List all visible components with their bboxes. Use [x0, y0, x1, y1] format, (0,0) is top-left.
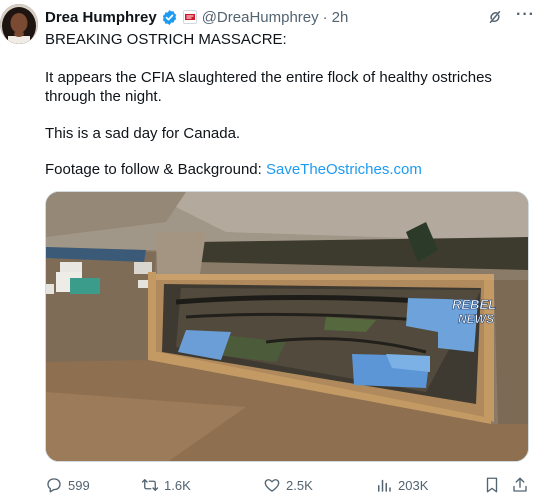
display-name[interactable]: Drea Humphrey	[45, 9, 157, 26]
post-line-body: It appears the CFIA slaughtered the enti…	[45, 69, 492, 105]
views-button[interactable]: 203K	[375, 476, 428, 494]
more-options-icon[interactable]: ···	[516, 7, 535, 27]
repost-count: 1.6K	[164, 477, 191, 493]
grok-icon[interactable]	[486, 8, 504, 26]
watermark-line2: NEWS	[458, 312, 494, 326]
share-button[interactable]	[511, 476, 529, 494]
share-icon	[513, 477, 527, 492]
post-actions: 599 1.6K 2.5K 203K	[45, 474, 529, 496]
bookmark-icon	[486, 477, 498, 493]
footage-label: Footage to follow & Background:	[45, 161, 266, 178]
watermark-line1: REBEL	[452, 297, 496, 312]
views-chart-icon	[378, 479, 391, 492]
reply-button[interactable]: 599	[45, 476, 90, 494]
post-image[interactable]: REBEL NEWS	[45, 191, 529, 462]
like-count: 2.5K	[286, 477, 313, 493]
like-button[interactable]: 2.5K	[263, 476, 313, 494]
post-time[interactable]: 2h	[332, 9, 349, 26]
handle[interactable]: @DreaHumphrey	[202, 9, 319, 26]
heart-icon	[264, 479, 280, 492]
views-count: 203K	[398, 477, 429, 493]
avatar[interactable]	[0, 4, 38, 44]
reply-count: 599	[68, 477, 90, 493]
affiliate-badge-icon[interactable]	[182, 10, 197, 24]
separator-dot: ·	[322, 8, 328, 26]
repost-icon	[141, 479, 159, 491]
post-line-footage: Footage to follow & Background: SaveTheO…	[45, 160, 525, 179]
post-link[interactable]: SaveTheOstriches.com	[266, 161, 422, 178]
bookmark-button[interactable]	[483, 476, 501, 494]
verified-badge-icon[interactable]	[161, 9, 178, 26]
post-line-headline: BREAKING OSTRICH MASSACRE:	[45, 31, 287, 48]
reply-icon	[47, 478, 61, 493]
repost-button[interactable]: 1.6K	[141, 476, 191, 494]
post-header: Drea Humphrey @DreaHumphrey · 2h ···	[45, 7, 535, 27]
post-line-sad: This is a sad day for Canada.	[45, 125, 241, 142]
